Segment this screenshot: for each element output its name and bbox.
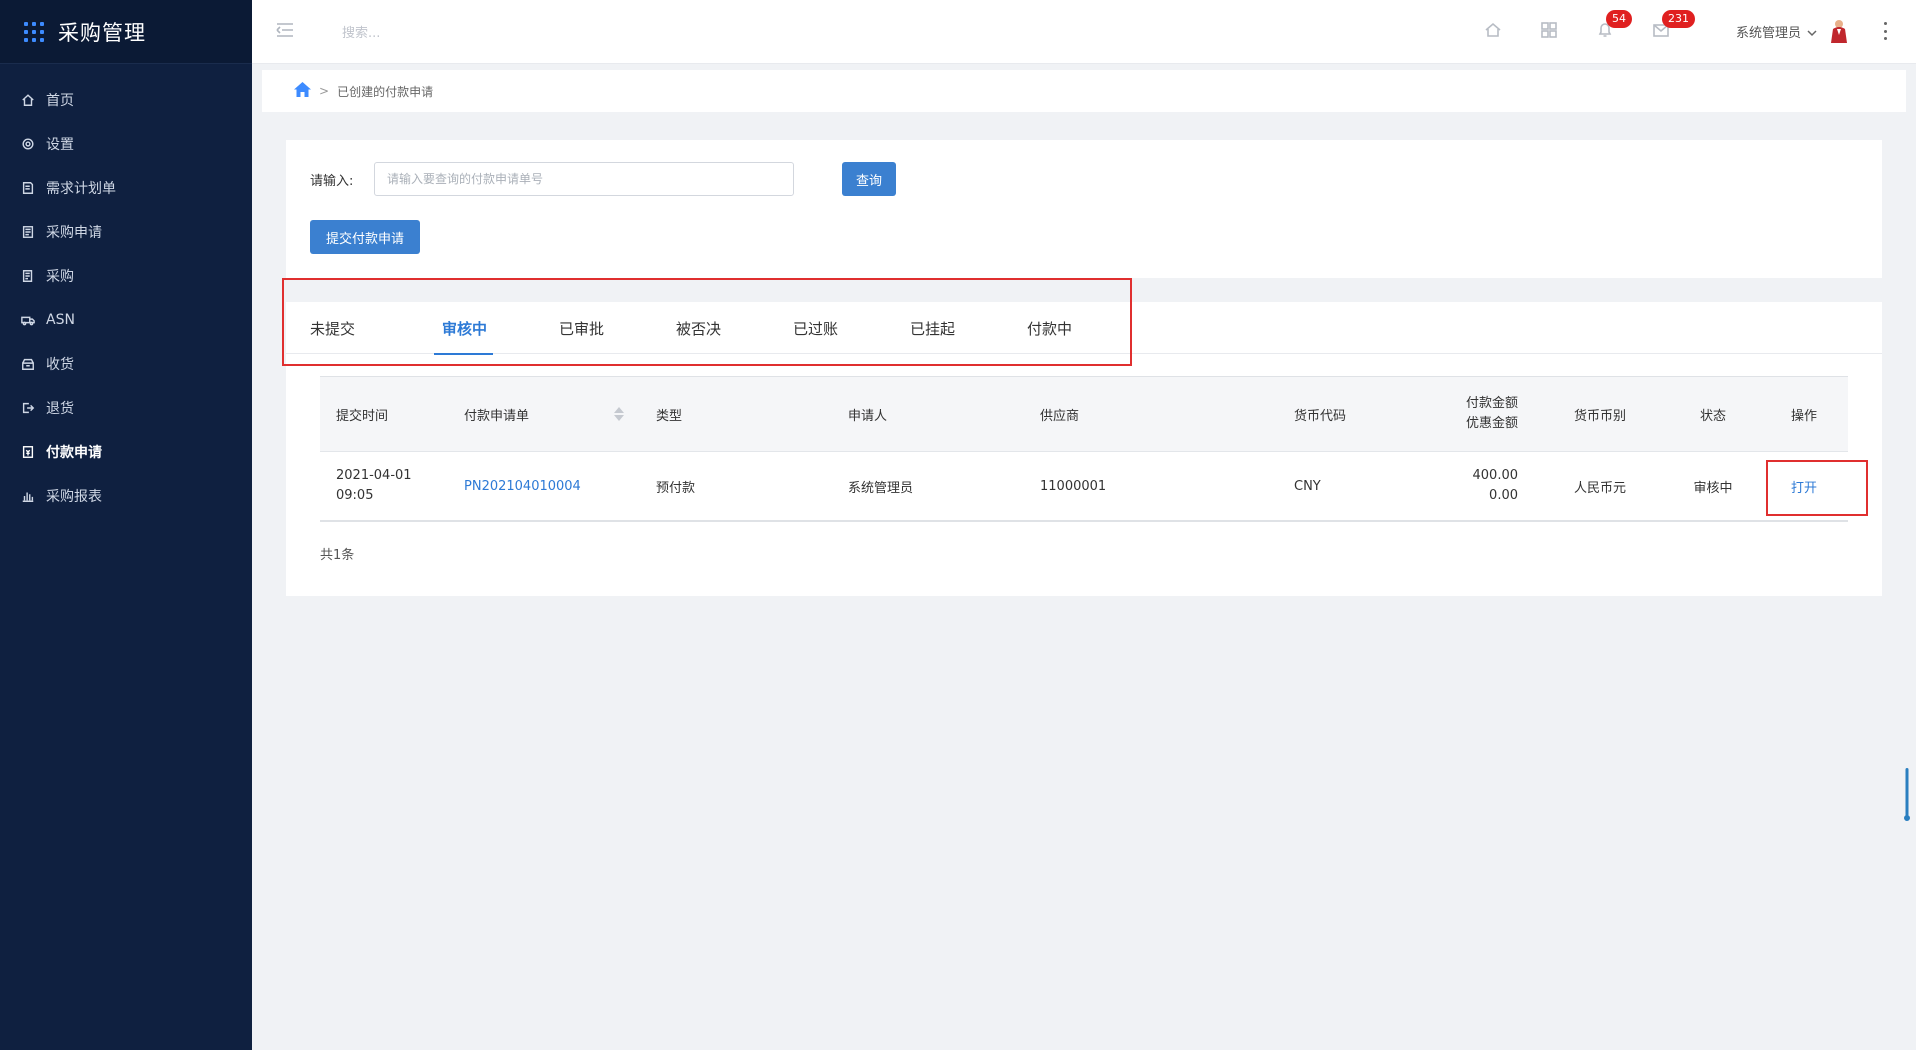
notification-badge: 54 <box>1606 10 1632 28</box>
cell-time: 2021-04-01 09:05 <box>320 466 448 506</box>
column-header-type: 类型 <box>656 408 683 424</box>
column-header-no[interactable]: 付款申请单 <box>448 405 640 424</box>
column-header-currency-code: 货币代码 <box>1294 408 1347 424</box>
sidebar-item-label: 采购 <box>46 269 74 285</box>
sidebar-menu: 首页 设置 需求计划单 采购申请 采购 ASN 收货 退货 付款申请 采购报表 <box>0 64 252 518</box>
sidebar-item-receiving[interactable]: 收货 <box>0 342 252 386</box>
payment-request-no-input[interactable] <box>374 162 794 196</box>
breadcrumb-current: 已创建的付款申请 <box>337 84 434 99</box>
total-count: 共1条 <box>320 548 355 563</box>
sidebar-item-label: 需求计划单 <box>46 181 116 197</box>
column-header-currency-name: 货币币别 <box>1574 408 1627 424</box>
truck-icon <box>20 312 36 328</box>
user-menu[interactable]: 系统管理员 <box>1736 22 1817 41</box>
column-header-discount-label: 优惠金额 <box>1465 416 1518 431</box>
message-badge: 231 <box>1662 10 1695 28</box>
column-header-amount: 付款金额 优惠金额 <box>1408 394 1534 434</box>
bar-chart-icon <box>20 488 36 504</box>
search-input[interactable] <box>342 20 642 46</box>
sidebar-item-return[interactable]: 退货 <box>0 386 252 430</box>
file-icon <box>20 224 36 240</box>
column-header-status: 状态 <box>1699 408 1726 424</box>
query-panel: 请输入: 查询 提交付款申请 <box>286 140 1882 278</box>
cell-supplier: 11000001 <box>1040 478 1107 494</box>
sidebar-item-label: 首页 <box>46 93 74 109</box>
more-vertical-icon[interactable] <box>1882 22 1888 40</box>
payment-request-link[interactable]: PN202104010004 <box>464 479 581 494</box>
column-header-applicant: 申请人 <box>848 408 888 424</box>
user-name: 系统管理员 <box>1736 26 1802 41</box>
sidebar-item-label: 退货 <box>46 401 74 417</box>
list-icon <box>20 268 36 284</box>
column-header-supplier: 供应商 <box>1040 408 1080 424</box>
query-button[interactable]: 查询 <box>842 162 896 196</box>
sidebar-item-label: 采购申请 <box>46 225 102 241</box>
tabs-highlight-box <box>282 278 1132 366</box>
sidebar-item-purchase[interactable]: 采购 <box>0 254 252 298</box>
cell-currency-name: 人民币元 <box>1574 480 1627 496</box>
message-icon[interactable]: 231 <box>1652 10 1695 39</box>
cell-amount: 400.00 0.00 <box>1408 466 1534 506</box>
exit-icon <box>20 400 36 416</box>
cell-amount-value: 400.00 <box>1472 468 1519 483</box>
sort-icon[interactable] <box>614 407 624 421</box>
sidebar: 采购管理 首页 设置 需求计划单 采购申请 采购 ASN 收货 退货 付款申请 … <box>0 0 252 1050</box>
inbox-icon <box>20 356 36 372</box>
home-icon[interactable] <box>294 82 311 100</box>
breadcrumb: > 已创建的付款申请 <box>262 70 1906 112</box>
payment-request-table: 提交时间 付款申请单 类型 申请人 供应商 货币代码 付款金额 优惠金额 货币币… <box>320 376 1848 522</box>
column-header-action: 操作 <box>1790 408 1817 424</box>
query-label: 请输入: <box>310 174 354 189</box>
sidebar-item-asn[interactable]: ASN <box>0 298 252 342</box>
cell-currency-code: CNY <box>1294 478 1321 494</box>
cell-type: 预付款 <box>656 480 696 496</box>
cell-applicant: 系统管理员 <box>848 480 914 496</box>
table-row: 2021-04-01 09:05 PN202104010004 预付款 系统管理… <box>320 452 1848 522</box>
scroll-handle[interactable] <box>1904 768 1910 822</box>
cell-date: 2021-04-01 <box>336 468 412 483</box>
column-header-amount-label: 付款金额 <box>1465 396 1518 411</box>
gear-icon <box>20 136 36 152</box>
app-title: 采购管理 <box>58 20 146 45</box>
sidebar-item-demand-plan[interactable]: 需求计划单 <box>0 166 252 210</box>
sidebar-item-label: 付款申请 <box>46 445 102 461</box>
home-icon[interactable] <box>1484 21 1502 39</box>
action-highlight-box <box>1766 460 1868 516</box>
sidebar-item-label: 设置 <box>46 137 74 153</box>
breadcrumb-separator: > <box>319 84 330 98</box>
sidebar-item-home[interactable]: 首页 <box>0 78 252 122</box>
apps-icon[interactable] <box>1540 21 1558 39</box>
home-icon <box>20 92 36 108</box>
sidebar-item-label: 采购报表 <box>46 489 102 505</box>
avatar[interactable] <box>1828 18 1850 44</box>
chevron-down-icon <box>1807 27 1817 37</box>
apps-grid-icon <box>24 21 44 42</box>
cell-discount-value: 0.00 <box>1489 488 1518 503</box>
payment-icon <box>20 444 36 460</box>
menu-toggle-icon[interactable] <box>276 22 294 38</box>
cell-status: 审核中 <box>1693 480 1733 496</box>
sidebar-item-payment-request[interactable]: 付款申请 <box>0 430 252 474</box>
column-header-label: 付款申请单 <box>464 408 530 424</box>
submit-payment-request-button[interactable]: 提交付款申请 <box>310 220 420 254</box>
bell-icon[interactable]: 54 <box>1596 10 1632 39</box>
cell-no: PN202104010004 <box>448 479 640 494</box>
sidebar-item-purchase-request[interactable]: 采购申请 <box>0 210 252 254</box>
sidebar-item-purchase-report[interactable]: 采购报表 <box>0 474 252 518</box>
table-header: 提交时间 付款申请单 类型 申请人 供应商 货币代码 付款金额 优惠金额 货币币… <box>320 376 1848 452</box>
document-icon <box>20 180 36 196</box>
cell-clock-time: 09:05 <box>336 488 374 503</box>
column-header-time: 提交时间 <box>336 408 389 424</box>
sidebar-item-label: ASN <box>46 312 75 328</box>
sidebar-item-settings[interactable]: 设置 <box>0 122 252 166</box>
sidebar-item-label: 收货 <box>46 357 74 373</box>
brand[interactable]: 采购管理 <box>0 0 252 64</box>
top-header: 54 231 系统管理员 <box>252 0 1916 64</box>
